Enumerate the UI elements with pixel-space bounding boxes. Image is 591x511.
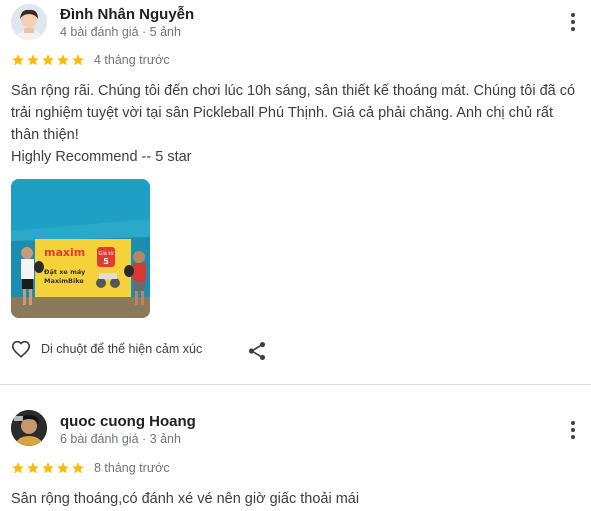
star-icon	[72, 462, 84, 474]
reviewer-meta: 6 bài đánh giá · 3 ảnh	[60, 432, 181, 446]
review-text: Sân rộng thoáng,có đánh xé vé nên giờ gi…	[11, 491, 360, 507]
star-icon	[42, 54, 54, 66]
reviewer-name[interactable]: Đình Nhân Nguyễn	[60, 6, 194, 23]
reviewer-name[interactable]: quoc cuong Hoang	[60, 413, 196, 430]
star-rating	[11, 53, 85, 67]
heart-icon	[11, 340, 31, 358]
review-time: 4 tháng trước	[94, 53, 170, 67]
review-time: 8 tháng trước	[94, 461, 170, 475]
star-icon	[57, 462, 69, 474]
star-icon	[72, 54, 84, 66]
banner-brand: maxim	[44, 246, 85, 259]
react-button[interactable]: Di chuột để thể hiện cảm xúc	[10, 338, 202, 360]
react-label: Di chuột để thể hiện cảm xúc	[41, 342, 203, 356]
review-text: Sân rộng rãi. Chúng tôi đến chơi lúc 10h…	[11, 83, 576, 165]
star-icon	[12, 462, 24, 474]
reviewer-meta: 4 bài đánh giá · 5 ảnh	[60, 25, 181, 39]
star-icon	[42, 462, 54, 474]
star-rating	[11, 461, 85, 475]
promo-value: 5	[103, 257, 109, 266]
star-icon	[27, 462, 39, 474]
star-icon	[57, 54, 69, 66]
star-icon	[27, 54, 39, 66]
review-photo[interactable]: Giá từ 5 maxim Đặt xe máy MaximBike	[11, 179, 150, 318]
review-card: Đình Nhân Nguyễn 4 bài đánh giá · 5 ảnh …	[0, 0, 591, 384]
banner-line1: Đặt xe máy	[44, 268, 86, 276]
banner-line2: MaximBike	[44, 277, 84, 285]
more-options-icon[interactable]	[561, 10, 585, 34]
avatar[interactable]	[11, 410, 47, 446]
promo-label: Giá từ	[98, 250, 114, 257]
avatar[interactable]	[11, 4, 47, 40]
share-icon[interactable]	[246, 340, 268, 362]
more-options-icon[interactable]	[561, 418, 585, 442]
star-icon	[12, 54, 24, 66]
review-divider	[0, 384, 591, 385]
